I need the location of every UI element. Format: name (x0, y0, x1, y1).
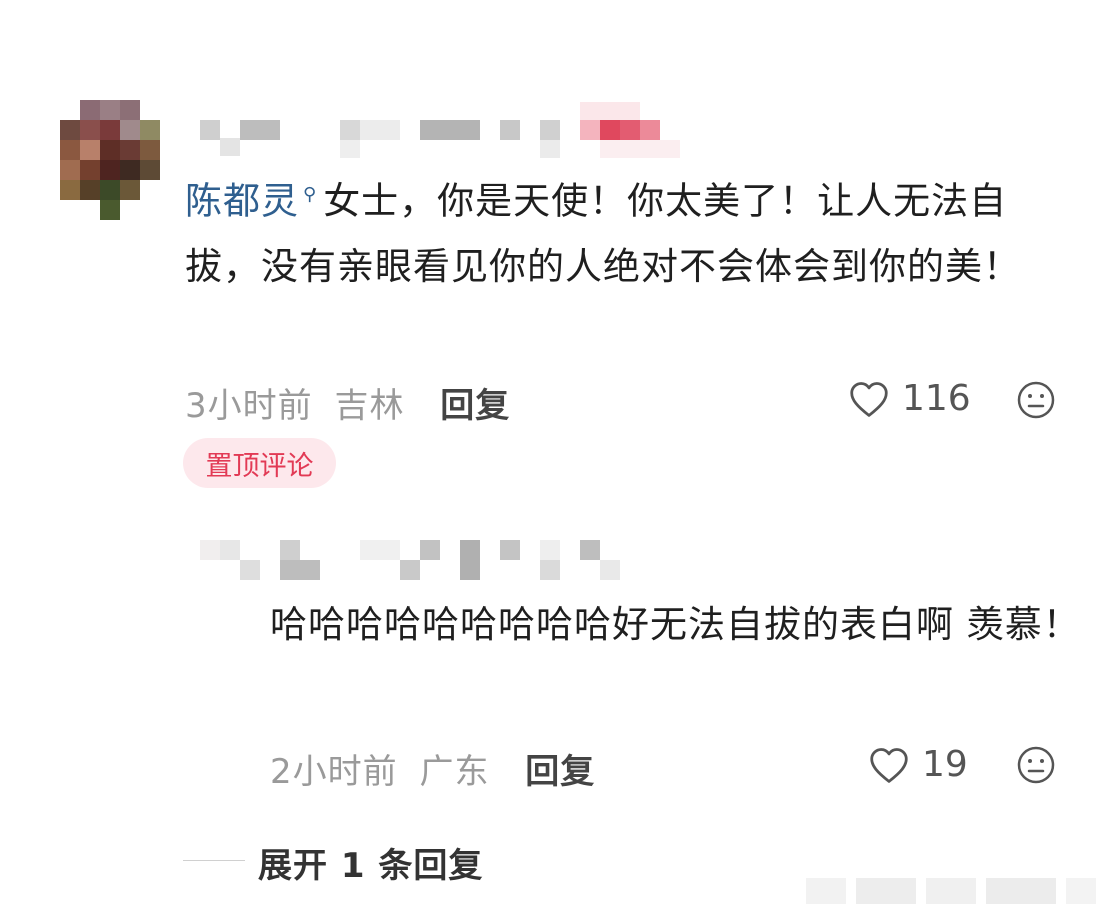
user-mention-icon: ⚲ (303, 184, 318, 205)
reply-like-count: 19 (922, 744, 968, 785)
reply-time: 2小时前 (270, 752, 398, 792)
expand-divider (183, 860, 245, 861)
reply-like-button[interactable]: 19 (868, 744, 968, 785)
like-button[interactable]: 116 (848, 378, 971, 419)
username-blurred[interactable] (200, 102, 680, 160)
mention-link[interactable]: 陈都灵 (185, 179, 299, 222)
reply-reply-button[interactable]: 回复 (525, 752, 595, 792)
reply-text: 哈哈哈哈哈哈哈哈哈好无法自拔的表白啊 羡慕！ (270, 603, 1081, 646)
comment-text: 陈都灵 ⚲ 女士，你是天使！你太美了！让人无法自拔，没有亲眼看见你的人绝对不会体会到… (185, 162, 1075, 300)
neutral-face-icon[interactable] (1016, 745, 1056, 785)
reply-username-blurred[interactable] (200, 540, 620, 582)
comment-location: 吉林 (334, 386, 405, 426)
avatar[interactable] (60, 100, 160, 220)
expand-replies-button[interactable]: 展开 1 条回复 (258, 838, 483, 887)
reply-location: 广东 (419, 752, 490, 792)
heart-outline-icon (870, 747, 908, 783)
pinned-badge: 置顶评论 (183, 438, 336, 488)
watermark-blurred (806, 878, 1106, 908)
reply-meta: 2小时前 广东 回复 (270, 744, 595, 793)
reply-button[interactable]: 回复 (440, 386, 510, 426)
like-count: 116 (902, 378, 971, 419)
comment-meta: 3小时前 吉林 回复 (185, 378, 510, 427)
heart-outline-icon (850, 381, 888, 417)
neutral-face-icon[interactable] (1016, 380, 1056, 420)
comment-time: 3小时前 (185, 386, 313, 426)
